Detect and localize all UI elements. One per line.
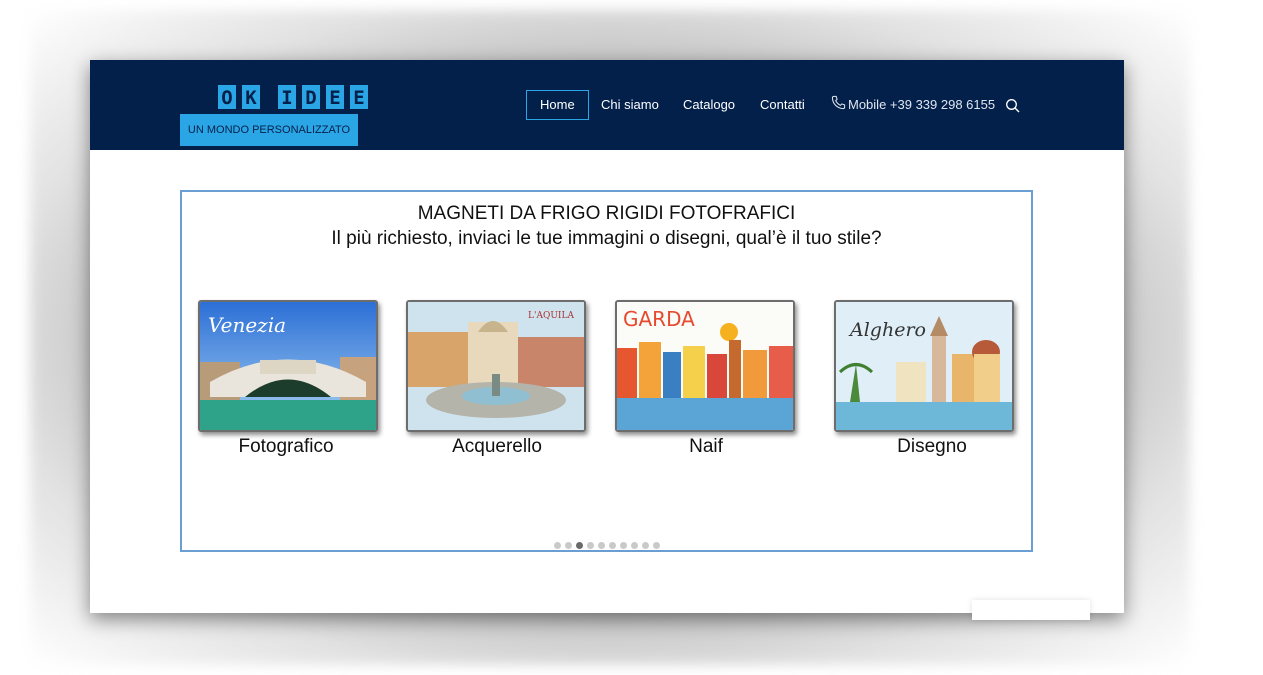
magnet-image-naif[interactable]: GARDA xyxy=(615,300,795,432)
slider-dot[interactable] xyxy=(630,542,638,549)
logo-letter: I xyxy=(277,84,297,110)
svg-text:Venezia: Venezia xyxy=(208,313,286,337)
site-header: O K I D E E UN MONDO PERSONALIZZATO Home… xyxy=(90,60,1124,150)
logo-letter: D xyxy=(301,84,321,110)
logo-tagline: UN MONDO PERSONALIZZATO xyxy=(180,114,358,146)
nav-catalogo[interactable]: Catalogo xyxy=(683,90,735,120)
slider-pagination xyxy=(182,542,1031,549)
slider-dot[interactable] xyxy=(641,542,649,549)
nav-contatti[interactable]: Contatti xyxy=(760,90,805,120)
slide-title: MAGNETI DA FRIGO RIGIDI FOTOFRAFICI xyxy=(417,203,796,224)
svg-text:GARDA: GARDA xyxy=(623,307,695,331)
website-screenshot: O K I D E E UN MONDO PERSONALIZZATO Home… xyxy=(90,60,1124,613)
slider-dot-active[interactable] xyxy=(575,542,583,549)
svg-text:Alghero: Alghero xyxy=(848,319,926,341)
logo-letter: O xyxy=(217,84,237,110)
slider-dot[interactable] xyxy=(586,542,594,549)
slider-dot[interactable] xyxy=(597,542,605,549)
magnet-image-disegno[interactable]: Alghero xyxy=(834,300,1014,432)
product-slider: MAGNETI DA FRIGO RIGIDI FOTOFRAFICI Il p… xyxy=(180,190,1033,552)
magnet-label: Fotografico xyxy=(238,436,334,457)
nav-chi-siamo[interactable]: Chi siamo xyxy=(601,90,659,120)
logo[interactable]: O K I D E E xyxy=(217,83,369,111)
magnet-image-fotografico[interactable]: Venezia xyxy=(198,300,378,432)
logo-letter: E xyxy=(325,84,345,110)
slider-dot[interactable] xyxy=(619,542,627,549)
magnet-label: Disegno xyxy=(897,436,967,457)
phone-icon xyxy=(831,91,846,121)
floating-widget[interactable] xyxy=(972,600,1090,620)
nav-phone[interactable]: Mobile +39 339 298 6155 xyxy=(831,90,995,120)
magnet-image-acquerello[interactable]: L'AQUILA xyxy=(406,300,586,432)
slider-dot[interactable] xyxy=(553,542,561,549)
magnet-label: Acquerello xyxy=(452,436,542,457)
slider-dot[interactable] xyxy=(652,542,660,549)
slider-dot[interactable] xyxy=(608,542,616,549)
phone-label: Mobile +39 339 298 6155 xyxy=(848,97,996,112)
nav-home[interactable]: Home xyxy=(526,90,589,120)
logo-letter: E xyxy=(349,84,369,110)
svg-text:L'AQUILA: L'AQUILA xyxy=(528,311,574,321)
logo-letter: K xyxy=(241,84,261,110)
magnet-label: Naif xyxy=(689,436,723,457)
search-icon[interactable] xyxy=(1005,98,1021,119)
slide-subtitle: Il più richiesto, inviaci le tue immagin… xyxy=(331,228,882,249)
slider-dot[interactable] xyxy=(564,542,572,549)
